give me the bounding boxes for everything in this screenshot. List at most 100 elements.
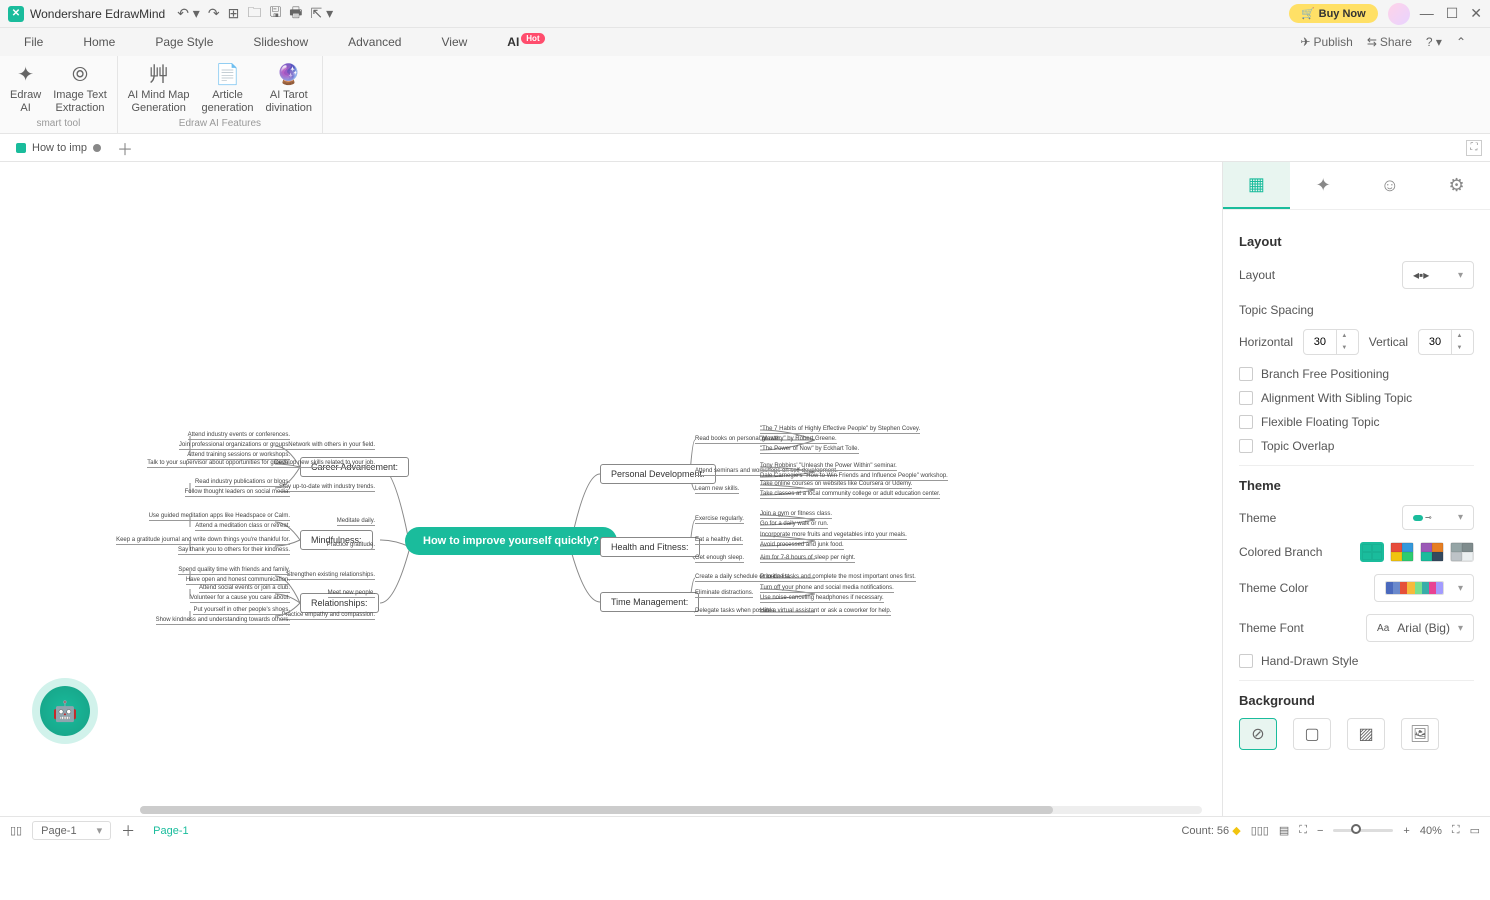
leaf-topic[interactable]: Volunteer for a cause you care about. [190, 595, 290, 603]
leaf-topic[interactable]: Turn off your phone and social media not… [760, 585, 894, 593]
redo-icon[interactable]: ↷ [208, 5, 220, 22]
colored-branch-swatches[interactable] [1360, 542, 1474, 562]
tab-ai[interactable]: AIHot [507, 31, 544, 53]
leaf-topic[interactable]: Go for a daily walk or run. [760, 521, 828, 529]
leaf-topic[interactable]: Dale Carnegie's "How to Win Friends and … [760, 473, 948, 481]
user-avatar[interactable] [1388, 3, 1410, 25]
topic-overlap-checkbox[interactable]: Topic Overlap [1239, 439, 1474, 453]
sub-topic[interactable]: Meditate daily. [337, 518, 375, 526]
branch-topic[interactable]: Time Management: [600, 592, 699, 612]
new-icon[interactable]: ⊞ [228, 5, 240, 22]
sub-topic[interactable]: Meet new people. [328, 590, 375, 598]
help-icon[interactable]: ? ▾ [1426, 35, 1442, 49]
share-button[interactable]: ⇆Share [1367, 35, 1412, 49]
tab-page-style[interactable]: Page Style [155, 31, 213, 53]
theme-color-dropdown[interactable]: ▾ [1374, 574, 1474, 602]
sub-topic[interactable]: Practice empathy and compassion. [282, 612, 375, 620]
expand-panel-icon[interactable]: ⛶ [1466, 140, 1482, 156]
leaf-topic[interactable]: Have open and honest communication. [186, 577, 290, 585]
minimize-icon[interactable]: — [1420, 5, 1434, 22]
leaf-topic[interactable]: Hire a virtual assistant or ask a cowork… [760, 608, 891, 616]
leaf-topic[interactable]: Aim for 7-8 hours of sleep per night. [760, 555, 855, 563]
document-tab[interactable]: How to imp [8, 140, 109, 156]
add-tab-icon[interactable]: ＋ [117, 136, 133, 160]
page-selector[interactable]: Page-1▾ [32, 821, 111, 840]
sub-topic[interactable]: Network with others in your field. [288, 442, 375, 450]
present-icon[interactable]: ▭ [1470, 824, 1480, 837]
zoom-in-icon[interactable]: + [1403, 825, 1409, 837]
horizontal-spacing-input[interactable]: ▲▼ [1303, 329, 1359, 355]
sub-topic[interactable]: Get enough sleep. [695, 555, 744, 563]
close-icon[interactable]: ✕ [1470, 5, 1482, 22]
leaf-topic[interactable]: Join a gym or fitness class. [760, 511, 832, 519]
add-page-icon[interactable]: ＋ [121, 821, 135, 841]
leaf-topic[interactable]: Attend industry events or conferences. [188, 432, 290, 440]
toggle-panel-icon[interactable]: ▯▯ [10, 824, 22, 837]
tab-view[interactable]: View [441, 31, 467, 53]
sidebar-tab-style[interactable]: ✦ [1290, 162, 1357, 209]
canvas[interactable]: How to improve yourself quickly?Career A… [0, 162, 1222, 816]
leaf-topic[interactable]: Attend social events or join a club. [199, 585, 290, 593]
leaf-topic[interactable]: Put yourself in other people's shoes. [193, 607, 290, 615]
fullscreen-icon[interactable]: ⛶ [1452, 824, 1460, 837]
leaf-topic[interactable]: Use noise-canceling headphones if necess… [760, 595, 884, 603]
flexible-floating-checkbox[interactable]: Flexible Floating Topic [1239, 415, 1474, 429]
sub-topic[interactable]: Exercise regularly. [695, 516, 744, 524]
leaf-topic[interactable]: Keep a gratitude journal and write down … [116, 537, 290, 545]
undo-icon[interactable]: ↶ ▾ [177, 5, 200, 22]
leaf-topic[interactable]: Prioritize tasks and complete the most i… [760, 574, 916, 582]
sub-topic[interactable]: Strengthen existing relationships. [287, 572, 375, 580]
leaf-topic[interactable]: Take online courses on websites like Cou… [760, 481, 912, 489]
tab-file[interactable]: File [24, 31, 43, 53]
leaf-topic[interactable]: "The Power of Now" by Eckhart Tolle. [760, 446, 859, 454]
branch-free-checkbox[interactable]: Branch Free Positioning [1239, 367, 1474, 381]
collapse-ribbon-icon[interactable]: ⌃ [1456, 35, 1466, 49]
open-icon[interactable]: 🗀 [247, 2, 261, 26]
sub-topic[interactable]: Eat a healthy diet. [695, 537, 743, 545]
hand-drawn-checkbox[interactable]: Hand-Drawn Style [1239, 654, 1474, 668]
leaf-topic[interactable]: Follow thought leaders on social media. [185, 489, 290, 497]
export-icon[interactable]: ⇱ ▾ [310, 5, 333, 22]
theme-font-dropdown[interactable]: Aa Arial (Big)▾ [1366, 614, 1474, 642]
fit-icon[interactable]: ⛶ [1299, 824, 1307, 837]
layout-dropdown[interactable]: ◂▪▸▾ [1402, 261, 1474, 289]
alignment-sibling-checkbox[interactable]: Alignment With Sibling Topic [1239, 391, 1474, 405]
article-gen-button[interactable]: 📄Article generation [202, 63, 254, 115]
tab-slideshow[interactable]: Slideshow [253, 31, 308, 53]
tab-home[interactable]: Home [83, 31, 115, 53]
ai-tarot-button[interactable]: 🔮AI Tarot divination [266, 63, 312, 115]
image-text-extraction-button[interactable]: ⦾Image Text Extraction [53, 63, 107, 115]
branch-topic[interactable]: Health and Fitness: [600, 537, 700, 557]
sidebar-tab-icons[interactable]: ☺ [1357, 162, 1424, 209]
buy-now-button[interactable]: 🛒Buy Now [1289, 4, 1378, 23]
bg-none[interactable]: ⊘ [1239, 718, 1277, 750]
leaf-topic[interactable]: Attend a meditation class or retreat. [195, 523, 290, 531]
vertical-spacing-input[interactable]: ▲▼ [1418, 329, 1474, 355]
sub-topic[interactable]: Stay up-to-date with industry trends. [279, 484, 375, 492]
leaf-topic[interactable]: Say thank you to others for their kindne… [178, 547, 290, 555]
leaf-topic[interactable]: Take classes at a local community colleg… [760, 491, 940, 499]
leaf-topic[interactable]: Use guided meditation apps like Headspac… [149, 513, 290, 521]
ai-mindmap-button[interactable]: ⾋AI Mind Map Generation [128, 63, 190, 115]
view-outline-icon[interactable]: ▯▯▯ [1251, 824, 1269, 837]
maximize-icon[interactable]: ☐ [1446, 5, 1459, 22]
save-icon[interactable]: 🖫 [269, 2, 281, 26]
center-topic[interactable]: How to improve yourself quickly? [405, 527, 617, 555]
leaf-topic[interactable]: "Mastery" by Robert Greene. [760, 436, 837, 444]
leaf-topic[interactable]: Show kindness and understanding towards … [156, 617, 290, 625]
tab-advanced[interactable]: Advanced [348, 31, 401, 53]
sidebar-tab-layout[interactable]: ▦ [1223, 162, 1290, 209]
bg-image[interactable]: 🖼 [1401, 718, 1439, 750]
bg-pattern[interactable]: ▨ [1347, 718, 1385, 750]
horizontal-scrollbar[interactable] [140, 806, 1202, 814]
leaf-topic[interactable]: Tony Robbins' "Unleash the Power Within"… [760, 463, 897, 471]
page-tab[interactable]: Page-1 [145, 825, 196, 837]
edraw-ai-button[interactable]: ✦Edraw AI [10, 63, 41, 115]
sub-topic[interactable]: Practice gratitude. [327, 542, 375, 550]
leaf-topic[interactable]: Read industry publications or blogs. [195, 479, 290, 487]
ai-assistant-fab[interactable]: 🤖 [40, 686, 90, 736]
publish-button[interactable]: ✈Publish [1300, 35, 1352, 49]
leaf-topic[interactable]: Avoid processed and junk food. [760, 542, 844, 550]
leaf-topic[interactable]: Spend quality time with friends and fami… [178, 567, 290, 575]
bg-solid[interactable]: ▢ [1293, 718, 1331, 750]
